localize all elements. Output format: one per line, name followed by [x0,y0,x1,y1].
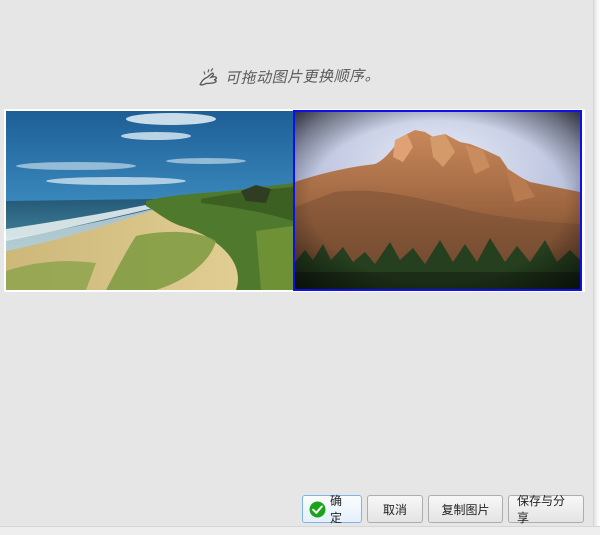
drag-hint: 可拖动图片更换顺序。 [197,62,380,89]
save-share-button[interactable]: 保存与分享 [508,494,584,525]
copy-image-button-label: 复制图片 [441,502,490,517]
rocky-mountain-photo[interactable] [293,110,582,291]
window-right-border [593,0,600,535]
copy-image-button[interactable]: 复制图片 [428,495,503,523]
cancel-button[interactable]: 取消 [367,495,423,523]
drag-hint-text: 可拖动图片更换顺序。 [224,65,381,87]
window-bottom-edge [0,526,600,535]
confirm-button[interactable]: 确定 [302,494,362,525]
confirm-button-label: 确定 [330,494,343,525]
cancel-button-label: 取消 [382,502,407,517]
save-share-button-label: 保存与分享 [517,494,566,525]
check-circle-icon [309,501,326,518]
image-strip [4,109,585,292]
action-buttons: 确定 取消 复制图片 保存与分享 [302,494,584,525]
drag-hand-icon [197,66,223,88]
beach-dunes-photo[interactable] [6,111,293,290]
